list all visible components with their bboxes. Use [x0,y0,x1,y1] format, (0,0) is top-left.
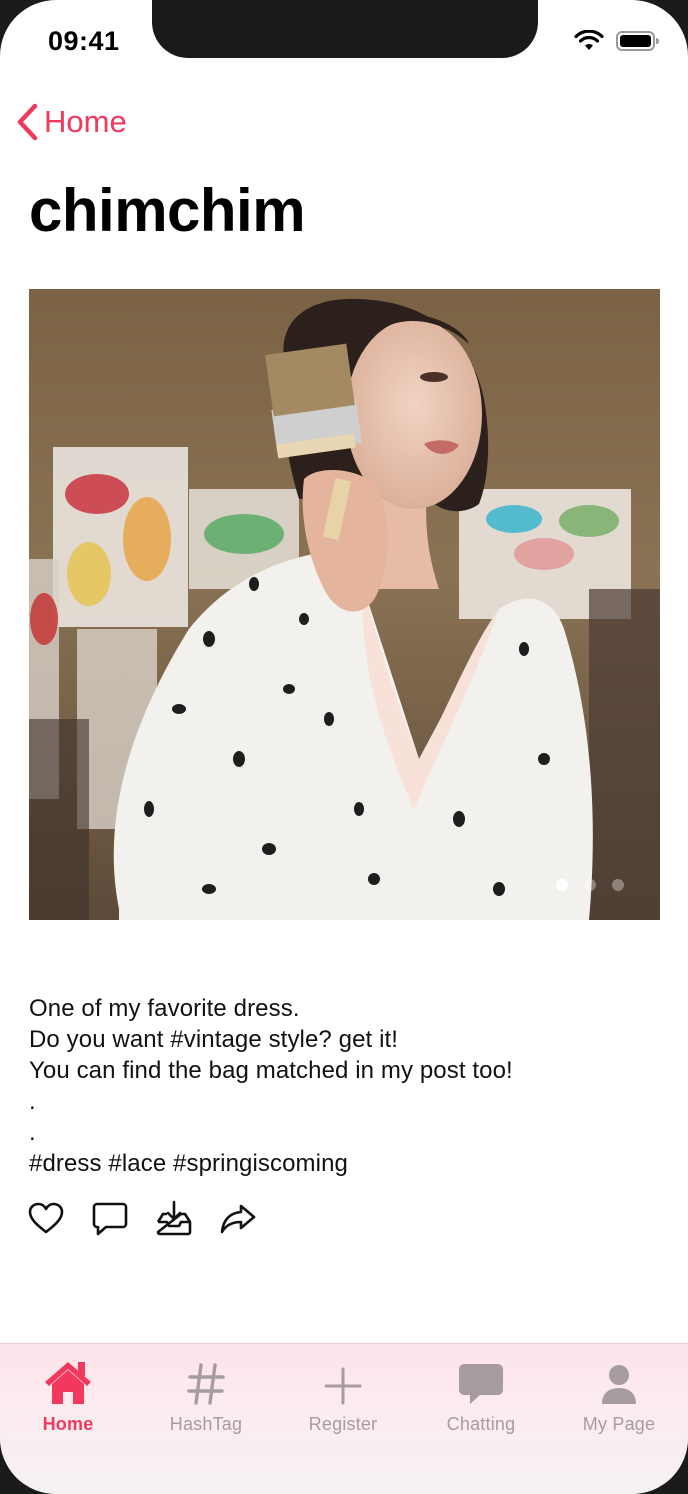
tab-bar: Home HashTag Register Chatting My Page [0,1343,688,1494]
share-icon[interactable] [219,1200,257,1238]
plus-icon [324,1367,362,1405]
person-icon [602,1365,636,1404]
back-button-label: Home [44,104,127,139]
carousel-dot-2[interactable] [584,879,596,891]
post-caption: One of my favorite dress. Do you want #v… [29,993,659,1179]
tab-register-label: Register [308,1414,378,1434]
caption-line: One of my favorite dress. [29,995,300,1022]
back-button[interactable]: Home [14,102,127,142]
carousel-dot-1[interactable] [556,879,568,891]
carousel-dots[interactable] [556,879,624,891]
tab-chatting[interactable]: Chatting [421,1354,541,1435]
caption-hashtags[interactable]: #dress #lace #springiscoming [29,1148,659,1179]
status-icons [574,30,660,52]
caption-line: Do you want #vintage style? get it! [29,1026,399,1053]
battery-icon [616,31,659,51]
carousel-dot-3[interactable] [612,879,624,891]
status-time: 09:41 [48,26,120,56]
post-actions [27,1200,257,1238]
page-title: chimchim [29,177,306,244]
post-photo[interactable] [29,289,660,920]
wifi-icon [574,30,604,50]
tab-home[interactable]: Home [8,1354,128,1435]
chevron-left-icon [17,103,38,141]
notch [152,0,538,58]
save-tray-icon[interactable] [155,1200,193,1238]
tab-chatting-label: Chatting [446,1414,516,1434]
heart-icon[interactable] [27,1200,65,1238]
hashtag-icon [187,1363,225,1405]
tab-hashtag-label: HashTag [169,1414,243,1434]
tab-register[interactable]: Register [283,1354,403,1435]
tab-hashtag[interactable]: HashTag [146,1354,266,1435]
phone-screen: 09:41 Home chimchim One of my favorite d… [0,0,688,1494]
photo-illustration [29,289,660,920]
tab-home-label: Home [42,1414,94,1434]
chat-bubble-icon [459,1364,503,1404]
tab-my-page-label: My Page [582,1414,656,1434]
house-icon [45,1362,91,1404]
caption-line: You can find the bag matched in my post … [29,1057,513,1084]
caption-line: . [29,1088,36,1115]
comment-icon[interactable] [91,1200,129,1238]
caption-line: . [29,1119,36,1146]
tab-my-page[interactable]: My Page [559,1354,679,1435]
